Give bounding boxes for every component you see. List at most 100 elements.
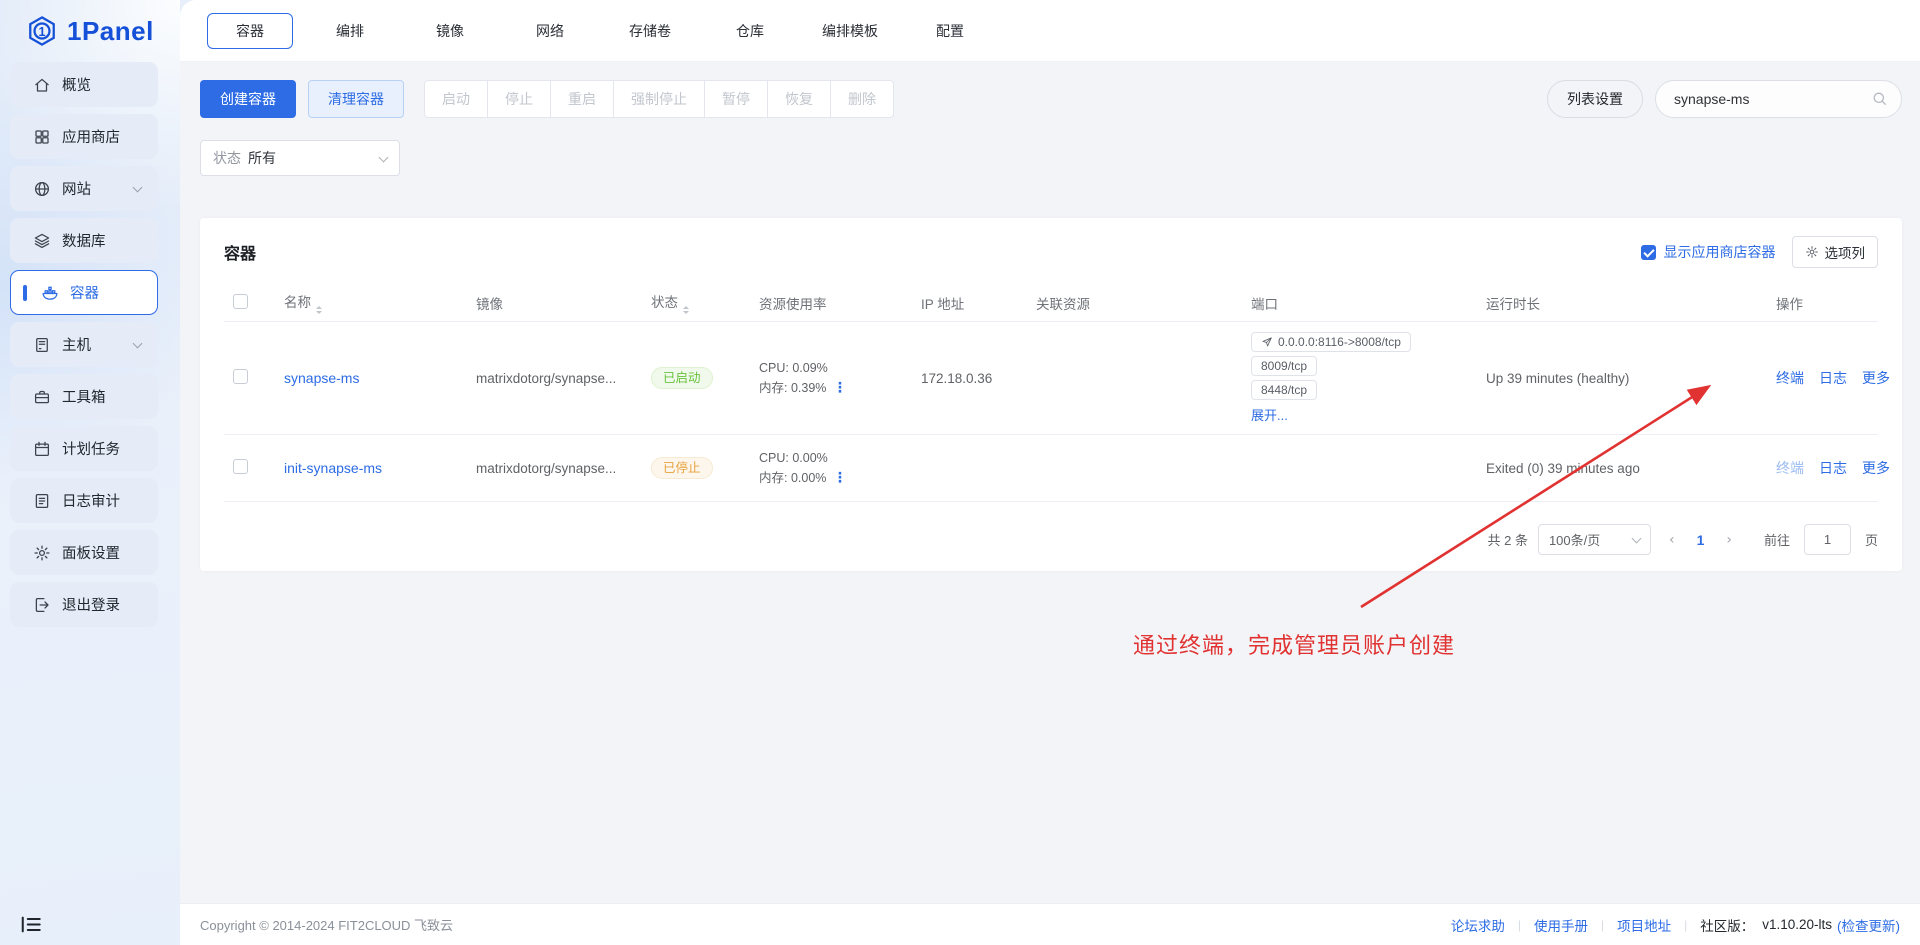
card-header: 容器 显示应用商店容器 选项列 [224,236,1878,268]
row-checkbox[interactable] [233,369,248,384]
column-header: IP 地址 [909,293,1024,313]
brand-name: 1Panel [67,16,154,47]
column-options-button[interactable]: 选项列 [1792,236,1879,268]
ports-expand-link[interactable]: 展开... [1251,405,1288,424]
sidebar-item-host[interactable]: 主机 [10,322,158,367]
tab-compose[interactable]: 编排 [300,14,400,48]
sidebar: 1 1Panel 概览应用商店网站数据库容器主机工具箱计划任务日志审计面板设置退… [0,0,180,945]
status-filter-select[interactable]: 状态 所有 [200,140,400,176]
check-update-link[interactable]: (检查更新) [1837,915,1900,935]
action-logs[interactable]: 日志 [1819,458,1847,478]
calendar-icon [33,440,51,458]
sidebar-item-panel-settings[interactable]: 面板设置 [10,530,158,575]
sidebar-item-cron-jobs[interactable]: 计划任务 [10,426,158,471]
uptime: Up 39 minutes (healthy) [1474,371,1764,386]
action-terminal[interactable]: 终端 [1776,368,1804,388]
search-icon[interactable] [1871,90,1888,107]
tab-containers[interactable]: 容器 [200,13,300,49]
brand-logo[interactable]: 1 1Panel [0,0,180,62]
current-page[interactable]: 1 [1693,532,1709,548]
sort-icon[interactable] [316,306,322,315]
column-options-label: 选项列 [1825,242,1866,262]
sidebar-item-logout[interactable]: 退出登录 [10,582,158,627]
tabbar: 容器编排镜像网络存储卷仓库编排模板配置 [180,0,1920,62]
port-tag[interactable]: 0.0.0.0:8116->8008/tcp [1251,332,1411,352]
search-input[interactable] [1655,80,1902,118]
database-icon [33,232,51,250]
tab-networks[interactable]: 网络 [500,14,600,48]
row-checkbox[interactable] [233,459,248,474]
batch-button-3[interactable]: 强制停止 [613,80,705,118]
footer-links: 论坛求助|使用手册|项目地址| 社区版： v1.10.20-lts (检查更新) [1451,915,1900,935]
sidebar-item-label: 面板设置 [62,542,120,563]
tab-repos[interactable]: 仓库 [700,14,800,48]
container-name-link[interactable]: init-synapse-ms [284,460,382,476]
footer-link-forum[interactable]: 论坛求助 [1451,915,1505,935]
container-image: matrixdotorg/synapse... [464,461,639,476]
sidebar-item-overview[interactable]: 概览 [10,62,158,107]
select-all-checkbox[interactable] [233,294,248,309]
action-more[interactable]: 更多 [1862,458,1890,478]
resource-monitor-icon[interactable]: ⋮ [833,379,847,395]
action-terminal[interactable]: 终端 [1776,458,1804,478]
sidebar-item-container[interactable]: 容器 [10,270,158,315]
pagination: 共 2 条 100条/页 ‹ 1 › 前往 页 [224,524,1878,555]
action-logs[interactable]: 日志 [1819,368,1847,388]
gear-icon [1805,245,1819,259]
list-settings-button[interactable]: 列表设置 [1547,80,1643,118]
batch-button-1[interactable]: 停止 [487,80,551,118]
card-title: 容器 [224,240,256,264]
footer-link-repo[interactable]: 项目地址 [1617,915,1671,935]
next-page-button[interactable]: › [1718,532,1740,548]
tab-volumes[interactable]: 存储卷 [600,14,700,48]
column-header: 运行时长 [1474,293,1764,313]
tab-settings[interactable]: 配置 [900,14,1000,48]
sidebar-item-toolbox[interactable]: 工具箱 [10,374,158,419]
port-tag[interactable]: 8448/tcp [1251,380,1317,400]
sidebar-item-website[interactable]: 网站 [10,166,158,211]
table-header-row: 名称镜像状态资源使用率IP 地址关联资源端口运行时长操作 [224,284,1878,322]
filter-row: 状态 所有 [200,140,400,176]
action-more[interactable]: 更多 [1862,368,1890,388]
resource-usage: CPU: 0.09% 内存: 0.39% ⋮ [747,359,909,398]
batch-button-2[interactable]: 重启 [550,80,614,118]
footer-link-manual[interactable]: 使用手册 [1534,915,1588,935]
active-indicator [23,285,27,301]
column-header: 操作 [1764,293,1878,313]
sidebar-item-app-store[interactable]: 应用商店 [10,114,158,159]
sidebar-nav: 概览应用商店网站数据库容器主机工具箱计划任务日志审计面板设置退出登录 [0,62,180,627]
container-name-link[interactable]: synapse-ms [284,370,359,386]
batch-button-5[interactable]: 恢复 [767,80,831,118]
prev-page-button[interactable]: ‹ [1661,532,1683,548]
ports-cell: 0.0.0.0:8116->8008/tcp 8009/tcp 8448/tcp 展开… [1239,332,1474,424]
sidebar-item-database[interactable]: 数据库 [10,218,158,263]
sort-icon[interactable] [683,306,689,315]
goto-page-input[interactable] [1804,524,1851,555]
batch-button-4[interactable]: 暂停 [704,80,768,118]
toolbar-right: 列表设置 [1547,80,1902,118]
column-header[interactable]: 名称 [272,291,464,315]
table-row: init-synapse-ms matrixdotorg/synapse... … [224,435,1878,502]
globe-icon [33,180,51,198]
tab-label: 存储卷 [607,14,693,48]
batch-button-0[interactable]: 启动 [424,80,488,118]
port-tag[interactable]: 8009/tcp [1251,356,1317,376]
sidebar-item-label: 工具箱 [62,386,106,407]
home-icon [33,76,51,94]
tab-images[interactable]: 镜像 [400,14,500,48]
footer-separator: | [1601,918,1604,932]
show-appstore-checkbox[interactable] [1641,245,1656,260]
resource-monitor-icon[interactable]: ⋮ [833,469,847,485]
tab-templates[interactable]: 编排模板 [800,14,900,48]
container-ip: 172.18.0.36 [909,371,1024,386]
create-container-button[interactable]: 创建容器 [200,80,296,118]
edition-label: 社区版： [1700,915,1754,935]
column-header[interactable]: 状态 [639,291,747,315]
sidebar-item-log-audit[interactable]: 日志审计 [10,478,158,523]
batch-button-6[interactable]: 删除 [830,80,894,118]
collapse-sidebar-icon[interactable] [20,915,42,934]
page-size-value: 100条/页 [1549,530,1600,549]
page-size-select[interactable]: 100条/页 [1538,524,1651,555]
show-appstore-toggle[interactable]: 显示应用商店容器 [1641,242,1776,262]
clean-container-button[interactable]: 清理容器 [308,80,404,118]
